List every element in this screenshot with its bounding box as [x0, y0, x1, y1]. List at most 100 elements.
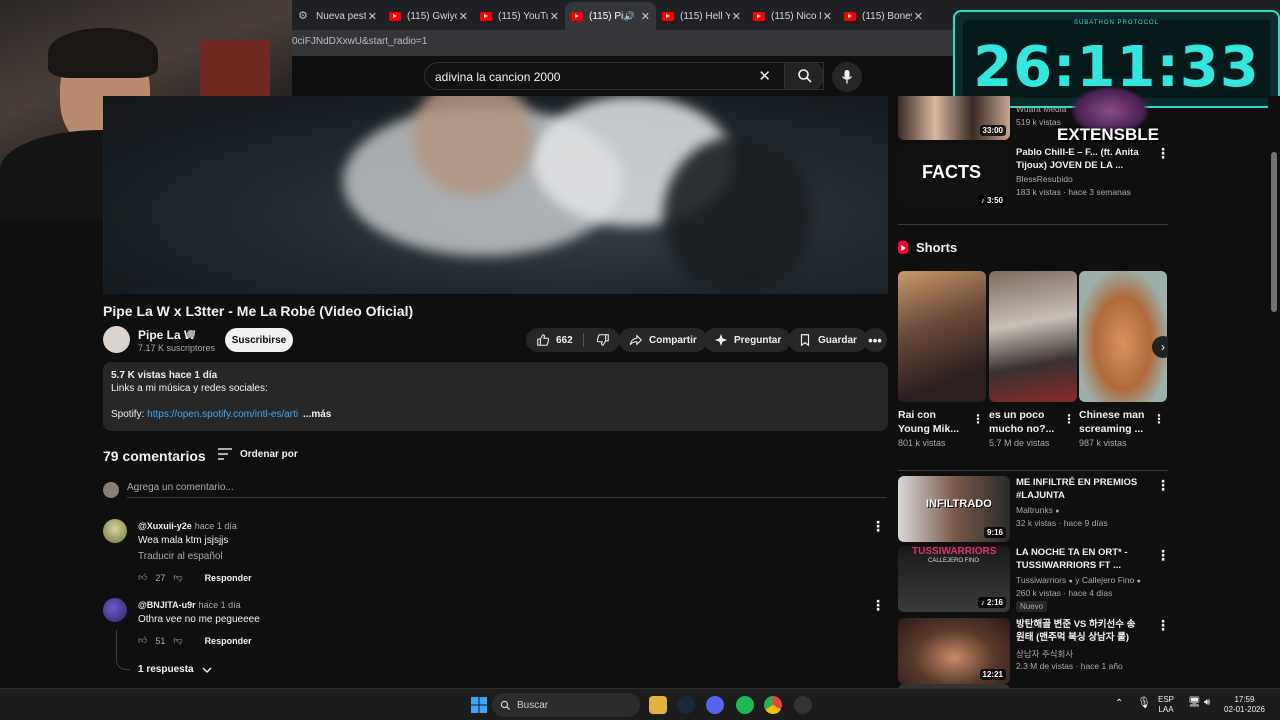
more-options-icon[interactable]: ⋮ [1063, 412, 1075, 426]
microphone-icon[interactable]: 🎙︎ [1137, 698, 1151, 709]
video-thumbnail[interactable]: INFILTRADO 9:16 [898, 476, 1010, 542]
short-card[interactable]: Chinese man screaming ... 987 k vistas ⋮ [1079, 271, 1167, 448]
channel-avatar[interactable] [103, 326, 130, 353]
more-actions-button[interactable]: ••• [863, 328, 887, 352]
more-options-icon[interactable]: ⋮ [871, 598, 885, 612]
spotify-icon[interactable] [736, 696, 754, 714]
browser-tab[interactable]: (115) Hell Ye✕ [656, 2, 747, 30]
ask-button[interactable]: Preguntar [704, 328, 792, 352]
related-video[interactable]: TUSSIWARRIORS CALLEJERO FINO ♪ 2:16 LA N… [898, 546, 1168, 616]
taskbar-search[interactable]: Buscar [492, 693, 640, 717]
related-video[interactable]: FACTS ♪ 3:50 Pablo Chill-E – F... (ft. A… [898, 144, 1168, 214]
related-video[interactable]: 12:21 방탄해골 변준 VS 하키선수 송원태 (맨주먹 복싱 상남자 룰)… [898, 616, 1168, 686]
more-options-icon[interactable]: ⋮ [1156, 548, 1168, 562]
short-card[interactable]: es un poco mucho no?... 5.7 M de vistas … [989, 271, 1077, 448]
short-card[interactable]: Rai con Young Mik... 801 k vistas ⋮ [898, 271, 986, 448]
volume-icon[interactable]: 🔊︎ [1204, 698, 1210, 708]
thumbs-down-icon[interactable]: 👎︎ [173, 572, 182, 583]
reply-button[interactable]: Responder [205, 573, 252, 583]
language-indicator[interactable]: ESP LAA [1158, 695, 1174, 715]
discord-icon[interactable] [706, 696, 724, 714]
close-icon[interactable]: ✕ [823, 10, 832, 23]
more-options-icon[interactable]: ⋮ [1156, 478, 1168, 492]
close-icon[interactable]: ✕ [368, 10, 377, 23]
short-title[interactable]: es un poco mucho no?... [989, 408, 1061, 436]
browser-tab[interactable]: (115) YouTub✕ [474, 2, 565, 30]
thumbs-down-icon[interactable]: 👎︎ [173, 635, 182, 646]
browser-tab[interactable]: (115) Boney ✕ [838, 2, 929, 30]
add-comment-input[interactable]: Agrega un comentario... [127, 482, 887, 498]
more-options-icon[interactable]: ⋮ [871, 519, 885, 533]
share-button[interactable]: Compartir [619, 328, 707, 352]
video-thumbnail[interactable]: FACTS ♪ 3:50 [898, 144, 1010, 210]
show-more-link[interactable]: ...más [303, 409, 331, 420]
close-icon[interactable]: ✕ [641, 10, 650, 23]
file-explorer-icon[interactable] [649, 696, 667, 714]
sort-comments-button[interactable]: Ordenar por [218, 448, 298, 460]
thumbs-up-icon[interactable]: 👍︎ [138, 635, 147, 646]
description-box[interactable]: 5.7 K vistas hace 1 día Links a mi músic… [103, 362, 888, 431]
scrollbar-thumb[interactable] [1271, 152, 1277, 312]
video-title[interactable]: LA NOCHE TA EN ORT* - TUSSIWARRIORS FT .… [1016, 546, 1144, 572]
chrome-icon[interactable] [764, 696, 782, 714]
channel-name[interactable]: 상남자 주식회사 [1016, 648, 1073, 660]
close-icon[interactable]: ✕ [758, 67, 771, 85]
video-thumbnail[interactable]: TUSSIWARRIORS CALLEJERO FINO ♪ 2:16 [898, 546, 1010, 612]
channel-name[interactable]: Maltrunks ● [1016, 505, 1059, 515]
comment-author[interactable]: @BNJITA-u9r hace 1 día [138, 600, 241, 610]
close-icon[interactable]: ✕ [550, 10, 559, 23]
app-icon[interactable] [794, 696, 812, 714]
channel-name[interactable]: Tussiwarriors ● y Callejero Fino ● [1016, 575, 1141, 585]
search-button[interactable] [784, 62, 824, 90]
thumbs-down-icon[interactable] [596, 333, 610, 347]
video-thumbnail[interactable]: 33:00 [898, 96, 1010, 140]
show-replies-button[interactable]: 1 respuesta [138, 664, 212, 675]
browser-tab[interactable]: (115) Gwiyo ✕ [383, 2, 474, 30]
more-options-icon[interactable]: ⋮ [1156, 146, 1168, 160]
like-button[interactable]: 662 [526, 328, 620, 352]
short-thumbnail[interactable] [989, 271, 1077, 402]
video-title[interactable]: 방탄해골 변준 VS 하키선수 송원태 (맨주먹 복싱 상남자 룰) [1016, 618, 1144, 644]
channel-name[interactable]: Wuara Media [1016, 104, 1066, 114]
commenter-avatar[interactable] [103, 519, 127, 543]
translate-link[interactable]: Traducir al español [138, 551, 223, 562]
subscribe-button[interactable]: Suscribirse [225, 328, 293, 352]
network-icon[interactable]: 🖥︎ [1188, 698, 1201, 708]
speaker-icon[interactable]: 🔊 [624, 11, 635, 22]
close-icon[interactable]: ✕ [459, 10, 468, 23]
more-options-icon[interactable]: ⋮ [972, 412, 984, 426]
steam-icon[interactable] [677, 696, 695, 714]
close-icon[interactable]: ✕ [732, 10, 741, 23]
video-thumbnail[interactable]: 12:21 [898, 618, 1010, 684]
close-icon[interactable]: ✕ [914, 10, 923, 23]
more-options-icon[interactable]: ⋮ [1153, 412, 1165, 426]
browser-tab-active[interactable]: (115) Pip🔊✕ [565, 2, 656, 30]
clock[interactable]: 17:59 02-01-2026 [1224, 695, 1265, 715]
video-title[interactable]: Pablo Chill-E – F... (ft. Anita Tijoux) … [1016, 146, 1144, 172]
short-views: 5.7 M de vistas [989, 438, 1050, 448]
windows-start-icon[interactable] [470, 696, 488, 714]
short-thumbnail[interactable] [898, 271, 986, 402]
comment-author[interactable]: @Xuxuii-y2e hace 1 día [138, 521, 237, 531]
save-button[interactable]: Guardar [788, 328, 867, 352]
search-input[interactable]: adivina la cancion 2000 ✕ [424, 62, 824, 90]
short-title[interactable]: Chinese man screaming ... [1079, 408, 1151, 436]
thumbs-up-icon[interactable]: 👍︎ [138, 572, 147, 583]
commenter-avatar[interactable] [103, 598, 127, 622]
channel-name[interactable]: BlessResubido [1016, 174, 1073, 184]
chevron-right-icon[interactable]: › [1152, 336, 1168, 358]
more-options-icon[interactable]: ⋮ [1156, 618, 1168, 632]
chevron-up-icon[interactable]: ⌃ [1115, 699, 1123, 709]
reply-button[interactable]: Responder [205, 636, 252, 646]
video-title[interactable]: ME INFILTRÉ EN PREMIOS #LAJUNTA [1016, 476, 1144, 502]
shorts-heading-text: Shorts [916, 240, 958, 255]
spotify-link[interactable]: https://open.spotify.com/intl-es/arti [147, 409, 298, 420]
voice-search-button[interactable] [832, 62, 862, 92]
browser-tab[interactable]: (115) Nico N✕ [747, 2, 838, 30]
clock-time: 17:59 [1234, 695, 1255, 704]
short-title[interactable]: Rai con Young Mik... [898, 408, 970, 436]
browser-tab[interactable]: ⚙Nueva pesta✕ [292, 2, 383, 30]
video-player[interactable] [103, 96, 888, 294]
short-thumbnail[interactable] [1079, 271, 1167, 402]
related-video[interactable]: INFILTRADO 9:16 ME INFILTRÉ EN PREMIOS #… [898, 476, 1168, 546]
